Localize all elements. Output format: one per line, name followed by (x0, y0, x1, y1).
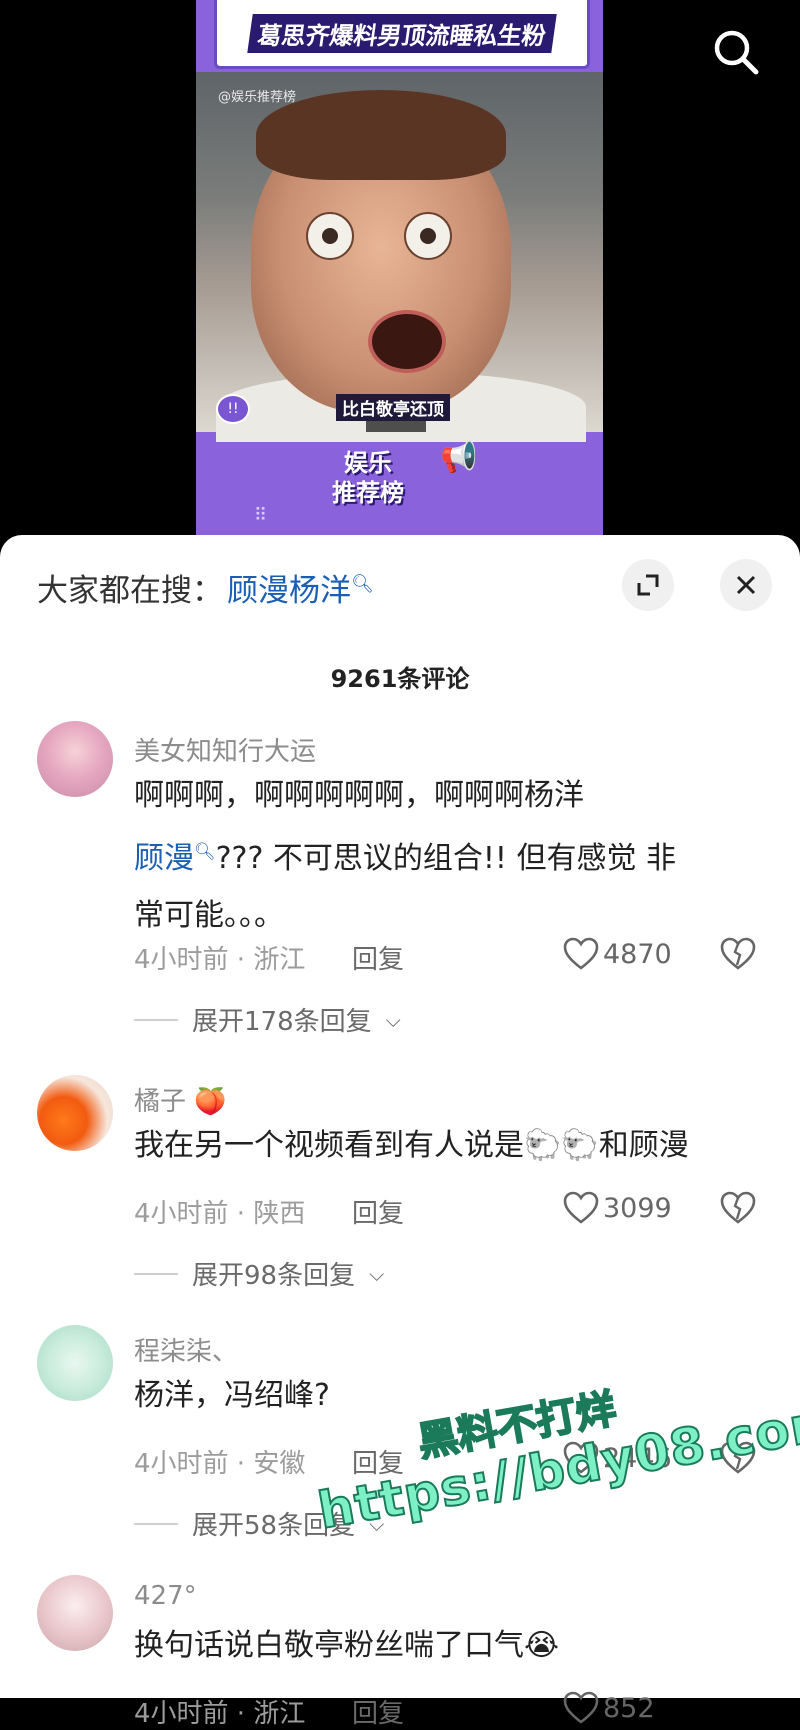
brand-line-2: 推荐榜 (332, 479, 404, 507)
comment-line: 顾漫🔍︎??? 不可思议的组合!! 但有感觉 非 (134, 824, 764, 887)
broken-heart-icon (720, 937, 756, 970)
close-button[interactable] (720, 559, 772, 611)
comment-text: 啊啊啊，啊啊啊啊啊，啊啊啊杨洋 顾漫🔍︎??? 不可思议的组合!! 但有感觉 非… (134, 767, 764, 944)
heart-icon (563, 1441, 599, 1474)
search-small-icon: 🔍︎ (194, 842, 216, 862)
like-count: 852 (603, 1692, 655, 1724)
dislike-button[interactable] (720, 937, 756, 975)
comment-link-text[interactable]: 顾漫 (134, 841, 194, 876)
dislike-button[interactable] (720, 1441, 756, 1479)
video-title: 葛思齐爆料男顶流睡私生粉 (247, 13, 557, 53)
expand-button[interactable] (622, 559, 674, 611)
left-eye (306, 212, 354, 260)
video-badge-icon: !! (216, 394, 250, 424)
like-button[interactable]: 4870 (563, 937, 672, 971)
expand-icon (637, 574, 659, 596)
comment-text-before: 我在另一个视频看到有人说是 (134, 1128, 524, 1163)
chevron-down-icon: ⌵ (385, 1007, 401, 1032)
video-frame[interactable]: 葛思齐爆料男顶流睡私生粉 @娱乐推荐榜 !! 比白敬亭还顶 娱乐 推荐榜 📢 ⠿ (196, 0, 603, 540)
like-button[interactable]: 852 (563, 1691, 655, 1725)
reply-button[interactable]: 回复 (352, 939, 404, 976)
hot-search-term[interactable]: 顾漫杨洋🔍︎ (227, 565, 374, 610)
expand-replies-label[interactable]: 展开58条回复 (192, 1505, 355, 1542)
comment-line-rest: ??? 不可思议的组合!! 但有感觉 非 (215, 841, 677, 876)
comment-text-after: 和顾漫 (598, 1128, 689, 1163)
chevron-down-icon: ⌵ (369, 1261, 385, 1286)
megaphone-icon: 📢 (440, 440, 478, 475)
reply-button[interactable]: 回复 (352, 1443, 404, 1480)
username[interactable]: 美女知知行大运 (134, 731, 316, 768)
crying-emoji-icon: 😭 (524, 1628, 560, 1663)
comment-text: 杨洋，冯绍峰? (134, 1378, 330, 1413)
username[interactable]: 橘子 🍑 (134, 1081, 227, 1118)
sheep-emoji-icon: 🐑 (524, 1128, 562, 1163)
brand-line-1: 娱乐 (344, 449, 392, 477)
hot-search-bar[interactable]: 大家都在搜： 顾漫杨洋🔍︎ (37, 565, 374, 610)
right-eye (404, 212, 452, 260)
avatar[interactable] (37, 1075, 113, 1151)
expand-replies[interactable]: 展开58条回复 ⌵ (134, 1505, 384, 1542)
like-count: 3099 (603, 1192, 672, 1224)
hot-search-term-text[interactable]: 顾漫杨洋 (227, 573, 351, 609)
avatar[interactable] (37, 721, 113, 797)
search-button[interactable] (708, 24, 766, 82)
heart-icon (563, 1191, 599, 1224)
comment-line: 啊啊啊，啊啊啊啊啊，啊啊啊杨洋 (134, 778, 584, 813)
video-player-area[interactable]: 葛思齐爆料男顶流睡私生粉 @娱乐推荐榜 !! 比白敬亭还顶 娱乐 推荐榜 📢 ⠿ (0, 0, 800, 540)
reply-button[interactable]: 回复 (352, 1693, 404, 1730)
comment-line: 常可能。。。 (134, 898, 284, 933)
video-scene (196, 72, 603, 442)
expand-replies-label[interactable]: 展开178条回复 (192, 1001, 372, 1038)
video-brand-logo: 娱乐 推荐榜 (332, 448, 404, 508)
sheep-emoji-icon: 🐑 (561, 1128, 599, 1163)
username[interactable]: 程柒柒、 (134, 1331, 238, 1368)
hot-search-label: 大家都在搜： (37, 573, 223, 609)
search-icon (714, 30, 759, 75)
expand-replies[interactable]: 展开178条回复 ⌵ (134, 1001, 401, 1038)
heart-icon (563, 1691, 599, 1724)
comment-meta: 4小时前 · 陕西 (134, 1199, 306, 1229)
comment-meta: 4小时前 · 浙江 (134, 945, 306, 975)
search-small-icon: 🔍︎ (351, 573, 374, 595)
video-subtitle: 比白敬亭还顶 (336, 394, 450, 421)
comments-sheet: 大家都在搜： 顾漫杨洋🔍︎ 9261条评论 美女知知行大运 啊啊啊，啊啊啊啊啊，… (0, 535, 800, 1729)
comment-text: 换句话说白敬亭粉丝喘了口气😭 (134, 1617, 764, 1674)
like-button[interactable]: 2446 (563, 1441, 672, 1475)
comment-meta: 4小时前 · 浙江 (134, 1699, 306, 1729)
like-count: 4870 (603, 938, 672, 970)
avatar[interactable] (37, 1325, 113, 1401)
close-icon (736, 575, 756, 595)
comment-search-link[interactable]: 顾漫🔍︎ (134, 841, 216, 876)
video-title-banner: 葛思齐爆料男顶流睡私生粉 (214, 0, 590, 69)
reply-button[interactable]: 回复 (352, 1193, 404, 1230)
open-mouth (368, 310, 446, 373)
like-count: 2446 (603, 1442, 672, 1474)
username-text[interactable]: 橘子 (134, 1087, 186, 1117)
video-handle: @娱乐推荐榜 (218, 90, 297, 105)
divider-line (134, 1272, 178, 1275)
broken-heart-icon (720, 1441, 756, 1474)
divider-line (134, 1018, 178, 1021)
comment-text-content: 换句话说白敬亭粉丝喘了口气 (134, 1628, 524, 1663)
comment-count: 9261条评论 (330, 665, 470, 693)
comment-meta: 4小时前 · 安徽 (134, 1449, 306, 1479)
heart-icon (563, 937, 599, 970)
divider-line (134, 1522, 178, 1525)
like-button[interactable]: 3099 (563, 1191, 672, 1225)
expand-replies-label[interactable]: 展开98条回复 (192, 1255, 355, 1292)
broken-heart-icon (720, 1191, 756, 1224)
peach-emoji-icon: 🍑 (186, 1087, 227, 1117)
avatar[interactable] (37, 1575, 113, 1651)
comment-text: 我在另一个视频看到有人说是🐑🐑和顾漫 (134, 1117, 764, 1174)
video-dots-icon: ⠿ (254, 505, 269, 526)
chevron-down-icon: ⌵ (369, 1511, 385, 1536)
username[interactable]: 427° (134, 1581, 197, 1611)
expand-replies[interactable]: 展开98条回复 ⌵ (134, 1255, 384, 1292)
dislike-button[interactable] (720, 1191, 756, 1229)
